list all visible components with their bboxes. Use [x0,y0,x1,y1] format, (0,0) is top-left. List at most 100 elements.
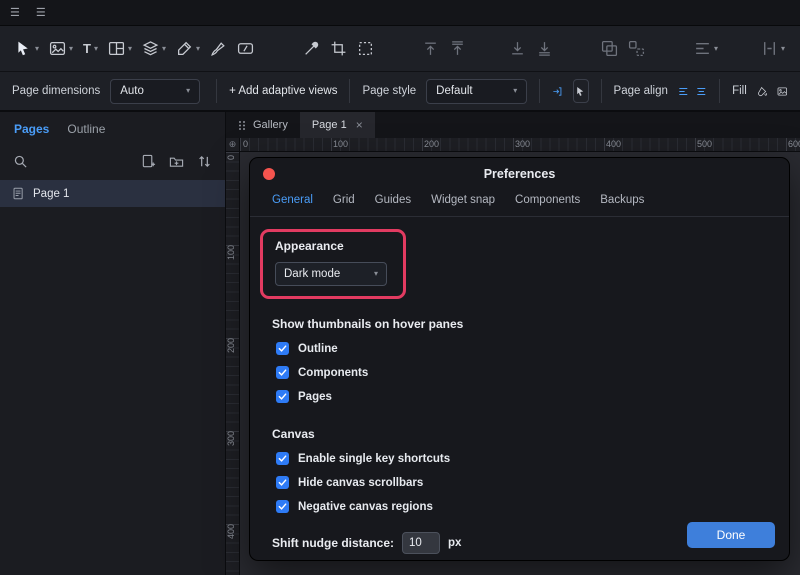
preferences-dialog: Preferences General Grid Guides Widget s… [249,157,790,561]
app-menu-icon[interactable]: ☰ [10,6,20,19]
ruler-label: 100 [333,139,348,149]
send-backward-button[interactable] [504,35,531,62]
note-tool-button[interactable] [232,35,259,62]
chevron-down-icon[interactable]: ▾ [128,45,132,53]
tab-gallery[interactable]: Gallery [226,112,300,138]
search-icon[interactable] [13,154,28,169]
single-key-shortcuts-checkbox[interactable] [276,452,289,465]
eyedropper-icon [303,40,320,57]
hide-scrollbars-label: Hide canvas scrollbars [298,477,423,489]
outline-checkbox[interactable] [276,342,289,355]
ruler-label: 0 [226,155,239,160]
pen-tool-button[interactable]: ▾ [171,35,205,62]
components-checkbox[interactable] [276,366,289,379]
add-page-icon[interactable] [141,154,156,169]
tab-grid[interactable]: Grid [333,194,355,206]
align-left-icon[interactable] [678,83,689,100]
done-button[interactable]: Done [687,522,775,548]
align-center-icon[interactable] [696,83,707,100]
appearance-select[interactable]: Dark mode ▾ [275,262,387,286]
divider [216,79,217,103]
send-to-back-button[interactable] [531,35,558,62]
cursor-icon [15,40,32,57]
pages-panel-tabs: Pages Outline [0,112,225,146]
bring-to-front-button[interactable] [444,35,471,62]
tab-pages[interactable]: Pages [14,122,49,136]
close-button[interactable] [263,168,275,180]
dialog-tabs: General Grid Guides Widget snap Componen… [250,190,789,217]
bring-forward-button[interactable] [417,35,444,62]
tab-guides[interactable]: Guides [375,194,411,206]
page-dimensions-select[interactable]: Auto ▾ [110,79,200,104]
selection-icon [357,40,374,57]
simulate-button[interactable] [573,79,589,103]
negative-regions-checkbox[interactable] [276,500,289,513]
checkbox-row-outline: Outline [276,342,765,355]
add-adaptive-views-button[interactable]: + Add adaptive views [229,85,337,97]
eyedropper-tool-button[interactable] [298,35,325,62]
toolbar: ▾ ▾ T ▾ ▾ ▾ ▾ [0,26,800,72]
text-tool-button[interactable]: T ▾ [78,37,103,60]
window-menu-icon[interactable]: ☰ [36,6,46,19]
ungroup-icon [628,40,645,57]
crop-tool-button[interactable] [325,35,352,62]
tab-gallery-label: Gallery [253,119,288,131]
chevron-down-icon[interactable]: ▾ [781,45,785,53]
distribute-button[interactable]: ▾ [756,35,790,62]
brush-tool-button[interactable] [205,35,232,62]
paint-bucket-icon[interactable] [757,83,768,100]
layers-icon [142,40,159,57]
appearance-value: Dark mode [284,268,340,280]
appearance-heading: Appearance [275,239,387,253]
fill-label: Fill [732,85,747,97]
nudge-distance-input[interactable] [402,532,440,554]
page-align-label: Page align [614,85,668,97]
chevron-down-icon[interactable]: ▾ [714,45,718,53]
outline-checkbox-label: Outline [298,343,338,355]
fill-image-icon[interactable] [777,83,788,100]
layout-icon [108,40,125,57]
group-button[interactable] [596,35,623,62]
ruler-label: 200 [424,139,439,149]
pages-checkbox[interactable] [276,390,289,403]
tab-components[interactable]: Components [515,194,580,206]
select-tool-button[interactable]: ▾ [10,35,44,62]
align-button[interactable]: ▾ [689,35,723,62]
ruler-label: 400 [606,139,621,149]
image-tool-button[interactable]: ▾ [44,35,78,62]
tab-general[interactable]: General [272,194,313,206]
transform-tool-button[interactable] [352,35,379,62]
sort-arrows-icon[interactable] [197,154,212,169]
ruler-origin[interactable]: ⊕ [226,138,240,152]
tab-page-1[interactable]: Page 1 × [300,112,375,138]
page-style-select[interactable]: Default ▾ [426,79,527,104]
align-lines-icon [694,40,711,57]
chevron-down-icon[interactable]: ▾ [35,45,39,53]
chevron-down-icon[interactable]: ▾ [162,45,166,53]
ruler-label: 400 [226,524,239,539]
add-folder-icon[interactable] [169,154,184,169]
container-tool-button[interactable]: ▾ [103,35,137,62]
single-key-shortcuts-label: Enable single key shortcuts [298,453,450,465]
tab-backups[interactable]: Backups [600,194,644,206]
check-icon [278,502,287,511]
chevron-down-icon[interactable]: ▾ [196,45,200,53]
import-icon[interactable] [552,83,563,100]
chevron-down-icon[interactable]: ▾ [94,45,98,53]
brush-icon [210,40,227,57]
hide-scrollbars-checkbox[interactable] [276,476,289,489]
app-window: ☰ ☰ ▾ ▾ T ▾ ▾ ▾ ▾ [0,0,800,575]
ruler-label: 300 [226,431,239,446]
appearance-annotation-wrapper: Appearance Dark mode ▾ [272,229,765,299]
canvas-tabbar: Gallery Page 1 × [226,112,800,138]
ungroup-button[interactable] [623,35,650,62]
page-style-value: Default [436,85,472,97]
page-list-item[interactable]: Page 1 [0,180,225,207]
chevron-down-icon: ▾ [513,87,517,95]
chevron-down-icon[interactable]: ▾ [69,45,73,53]
layers-tool-button[interactable]: ▾ [137,35,171,62]
tab-widget-snap[interactable]: Widget snap [431,194,495,206]
tab-outline[interactable]: Outline [67,122,105,136]
close-icon[interactable]: × [356,118,363,132]
page-item-label: Page 1 [33,188,69,200]
